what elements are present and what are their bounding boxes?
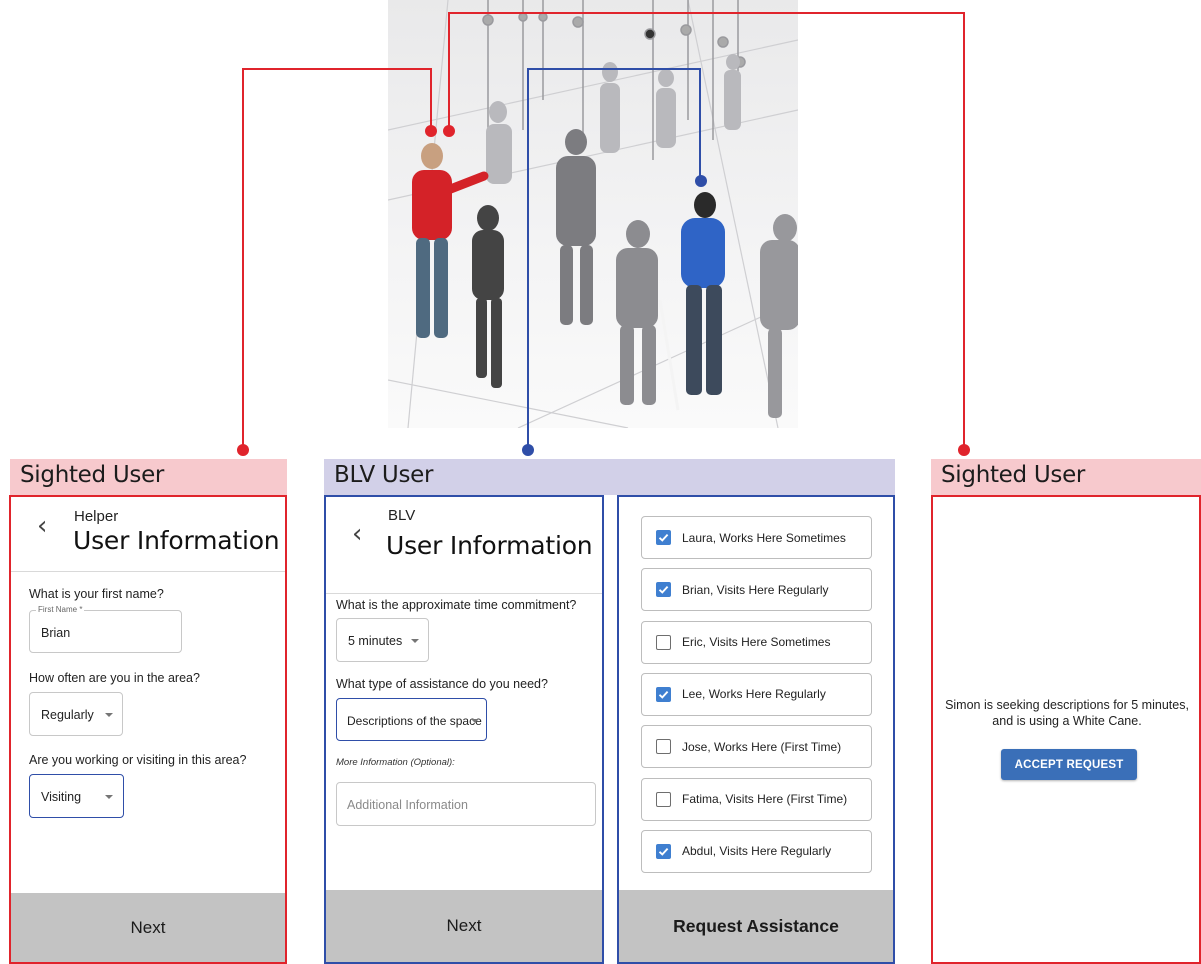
middle-header-label: BLV User: [334, 462, 434, 488]
frequency-question: How often are you in the area?: [29, 671, 200, 685]
right-header-bar: Sighted User: [931, 459, 1201, 495]
frequency-value: Regularly: [41, 708, 94, 722]
helper-option-label: Laura, Works Here Sometimes: [682, 530, 846, 545]
helper-option[interactable]: Fatima, Visits Here (First Time): [641, 777, 872, 821]
time-value: 5 minutes: [348, 634, 403, 648]
left-connector-dot: [237, 444, 249, 456]
helper-option[interactable]: Brian, Visits Here Regularly: [641, 568, 872, 612]
checkbox-unchecked-icon[interactable]: [656, 739, 671, 755]
screen-title: User Information: [386, 531, 593, 560]
time-select[interactable]: 5 minutes: [336, 618, 429, 662]
checkbox-checked-icon[interactable]: [656, 843, 671, 859]
chevron-down-icon: [471, 719, 479, 723]
screen-subtitle: BLV: [388, 507, 416, 524]
left-header-bar: Sighted User: [10, 459, 287, 495]
middle-header-bar: BLV User: [324, 459, 895, 495]
helper-option-label: Lee, Works Here Regularly: [682, 687, 826, 702]
helper-option[interactable]: Abdul, Visits Here Regularly: [641, 829, 872, 873]
first-name-legend: First Name *: [36, 605, 85, 614]
first-name-question: What is your first name?: [29, 587, 164, 601]
request-assistance-label: Request Assistance: [673, 915, 839, 936]
helper-option[interactable]: Lee, Works Here Regularly: [641, 672, 872, 716]
checkbox-unchecked-icon[interactable]: [656, 791, 671, 807]
checkbox-checked-icon[interactable]: [656, 686, 671, 702]
checkbox-checked-icon[interactable]: [656, 582, 671, 598]
request-assistance-button[interactable]: Request Assistance: [619, 890, 893, 962]
chevron-down-icon: [105, 713, 113, 717]
chevron-down-icon: [105, 795, 113, 799]
left-header-label: Sighted User: [20, 462, 165, 488]
accept-request-label: ACCEPT REQUEST: [1014, 758, 1124, 771]
middle-connector-dot: [522, 444, 534, 456]
helper-option-label: Brian, Visits Here Regularly: [682, 582, 829, 597]
helper-info-screen: ‹ Helper User Information What is your f…: [9, 495, 287, 964]
screen-subtitle: Helper: [74, 508, 119, 525]
assistance-question: What type of assistance do you need?: [336, 677, 548, 691]
right-connector-dot: [958, 444, 970, 456]
frequency-select[interactable]: Regularly: [29, 692, 123, 736]
request-message: Simon is seeking descriptions for 5 minu…: [945, 698, 1189, 728]
assistance-value: Descriptions of the space: [347, 714, 482, 728]
more-info-label: More Information (Optional):: [336, 757, 455, 768]
time-question: What is the approximate time commitment?: [336, 598, 577, 612]
helper-option[interactable]: Laura, Works Here Sometimes: [641, 516, 872, 559]
blv-info-screen: ‹ BLV User Information What is the appro…: [324, 495, 604, 964]
checkbox-unchecked-icon[interactable]: [656, 634, 671, 650]
helper-option-label: Abdul, Visits Here Regularly: [682, 844, 832, 859]
assistance-select[interactable]: Descriptions of the space: [336, 698, 487, 741]
request-screen: Simon is seeking descriptions for 5 minu…: [931, 495, 1201, 964]
helper-option-label: Jose, Works Here (First Time): [682, 739, 842, 754]
header-divider: [11, 571, 285, 572]
crowd-illustration: [388, 0, 798, 428]
next-button[interactable]: Next: [11, 893, 285, 962]
back-chevron-icon[interactable]: ‹: [352, 519, 362, 549]
helper-selection-screen: Laura, Works Here Sometimes Brian, Visits…: [617, 495, 895, 964]
next-button[interactable]: Next: [326, 890, 602, 962]
additional-info-placeholder: Additional Information: [347, 798, 468, 812]
purpose-select[interactable]: Visiting: [29, 774, 124, 818]
helper-option[interactable]: Jose, Works Here (First Time): [641, 725, 872, 769]
next-button-label: Next: [130, 917, 166, 937]
checkbox-checked-icon[interactable]: [656, 530, 671, 545]
back-chevron-icon[interactable]: ‹: [37, 511, 47, 541]
first-name-field[interactable]: First Name * Brian: [29, 605, 182, 653]
purpose-value: Visiting: [41, 790, 82, 804]
right-header-label: Sighted User: [941, 462, 1086, 488]
helper-option[interactable]: Eric, Visits Here Sometimes: [641, 620, 872, 664]
accept-request-button[interactable]: ACCEPT REQUEST: [1001, 749, 1137, 780]
helper-option-label: Fatima, Visits Here (First Time): [682, 792, 848, 806]
additional-info-field[interactable]: Additional Information: [336, 782, 596, 826]
chevron-down-icon: [411, 639, 419, 643]
crowd-scene-image: [388, 0, 798, 428]
next-button-label: Next: [446, 916, 482, 935]
first-name-value: Brian: [41, 626, 71, 640]
purpose-question: Are you working or visiting in this area…: [29, 753, 247, 767]
helper-option-label: Eric, Visits Here Sometimes: [682, 635, 831, 650]
screen-title: User Information: [73, 526, 280, 555]
header-divider: [326, 593, 602, 594]
